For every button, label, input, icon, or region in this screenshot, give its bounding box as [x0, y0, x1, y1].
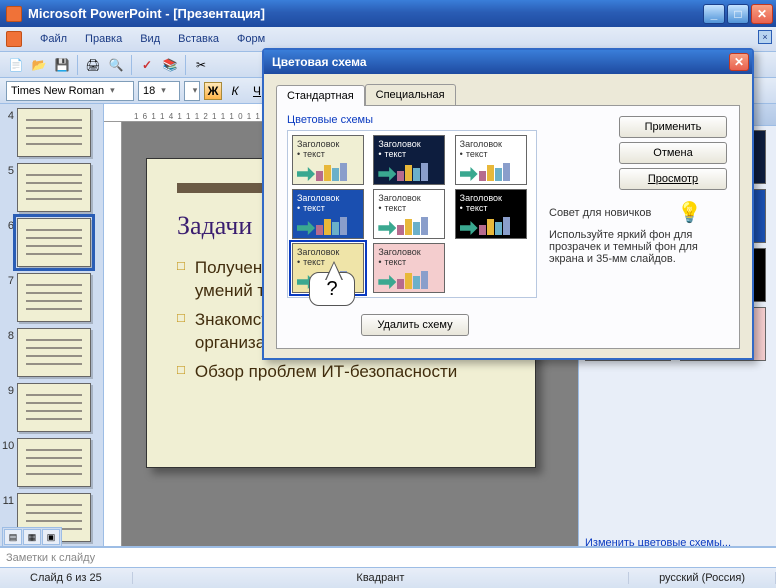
- color-scheme-option[interactable]: Заголовоктекст: [455, 189, 527, 239]
- dialog-close-button[interactable]: ✕: [729, 53, 749, 71]
- cancel-button[interactable]: Отмена: [619, 142, 727, 164]
- color-scheme-dialog: Цветовая схема ✕ Стандартная Специальная…: [262, 48, 754, 360]
- window-title: Microsoft PowerPoint - [Презентация]: [28, 6, 703, 21]
- color-scheme-option[interactable]: Заголовоктекст: [455, 135, 527, 185]
- normal-view-button[interactable]: ▤: [4, 529, 22, 545]
- lightbulb-icon: 💡: [677, 200, 702, 225]
- sorter-view-button[interactable]: ▦: [23, 529, 41, 545]
- open-button[interactable]: 📂: [29, 55, 49, 75]
- slide-thumbnail[interactable]: 6: [2, 218, 101, 267]
- ruler-vertical: [104, 122, 122, 553]
- status-bar: Слайд 6 из 25 Квадрант русский (Россия): [0, 567, 776, 588]
- cut-button[interactable]: ✂: [191, 55, 211, 75]
- research-button[interactable]: 📚: [160, 55, 180, 75]
- slide-thumbnail[interactable]: 9: [2, 383, 101, 432]
- status-language[interactable]: русский (Россия): [629, 572, 776, 584]
- doc-close-button[interactable]: ×: [758, 30, 772, 44]
- dialog-titlebar[interactable]: Цветовая схема ✕: [264, 50, 752, 74]
- tab-standard[interactable]: Стандартная: [276, 85, 365, 106]
- slide-thumbnail[interactable]: 8: [2, 328, 101, 377]
- color-scheme-option[interactable]: Заголовоктекст: [373, 189, 445, 239]
- italic-button[interactable]: К: [226, 82, 244, 100]
- new-button[interactable]: 📄: [6, 55, 26, 75]
- font-select[interactable]: Times New Roman▾: [6, 81, 134, 101]
- color-scheme-option[interactable]: Заголовоктекст: [373, 243, 445, 293]
- menu-file[interactable]: Файл: [32, 30, 75, 48]
- notes-area[interactable]: Заметки к слайду: [0, 546, 776, 567]
- close-button[interactable]: ✕: [751, 4, 773, 24]
- status-slide: Слайд 6 из 25: [0, 572, 133, 584]
- status-theme: Квадрант: [133, 572, 629, 584]
- preview-button[interactable]: Просмотр: [619, 168, 727, 190]
- print-button[interactable]: 🖨: [83, 55, 103, 75]
- maximize-button[interactable]: □: [727, 4, 749, 24]
- print-preview-button[interactable]: 🔍: [106, 55, 126, 75]
- help-callout: ?: [309, 272, 355, 306]
- menu-insert[interactable]: Вставка: [170, 30, 227, 48]
- slide-thumbnail[interactable]: 10: [2, 438, 101, 487]
- slide-thumbnail[interactable]: 5: [2, 163, 101, 212]
- powerpoint-icon: [6, 6, 22, 22]
- save-button[interactable]: 💾: [52, 55, 72, 75]
- menu-view[interactable]: Вид: [132, 30, 168, 48]
- apply-button[interactable]: Применить: [619, 116, 727, 138]
- view-buttons: ▤ ▦ ▣: [2, 527, 62, 547]
- slide-thumbnail[interactable]: 4: [2, 108, 101, 157]
- tab-special[interactable]: Специальная: [365, 84, 456, 105]
- delete-scheme-button[interactable]: Удалить схему: [361, 314, 469, 336]
- window-titlebar: Microsoft PowerPoint - [Презентация] _ □…: [0, 0, 776, 27]
- color-scheme-option[interactable]: Заголовоктекст: [292, 189, 364, 239]
- menu-format[interactable]: Форм: [229, 30, 273, 48]
- doc-icon: [6, 31, 22, 47]
- tip-box: Совет для новичков💡 Используйте яркий фо…: [549, 200, 729, 265]
- menu-edit[interactable]: Правка: [77, 30, 130, 48]
- slide-thumbnail[interactable]: 7: [2, 273, 101, 322]
- minimize-button[interactable]: _: [703, 4, 725, 24]
- color-scheme-option[interactable]: Заголовоктекст: [373, 135, 445, 185]
- bold-button[interactable]: Ж: [204, 82, 222, 100]
- color-scheme-option[interactable]: Заголовоктекст: [292, 135, 364, 185]
- fontsize-select[interactable]: 18▾: [138, 81, 180, 101]
- color-schemes-label: Цветовые схемы: [287, 114, 537, 126]
- slideshow-button[interactable]: ▣: [42, 529, 60, 545]
- fontsize-dropdown[interactable]: ▾: [184, 81, 200, 101]
- slide-thumbnail-panel: 4567891011: [0, 104, 104, 553]
- spellcheck-button[interactable]: ✓: [137, 55, 157, 75]
